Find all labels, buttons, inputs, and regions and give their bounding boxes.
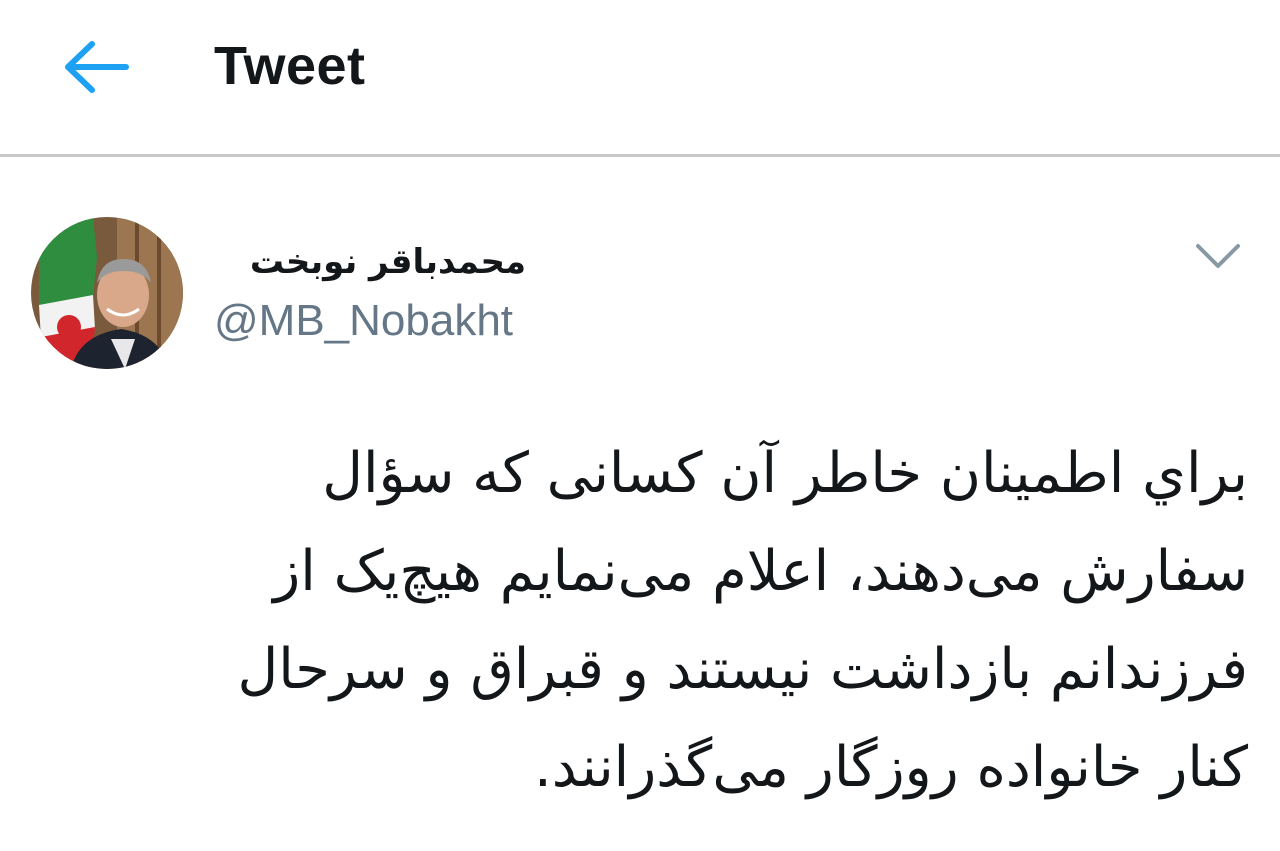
chevron-down-icon (1196, 244, 1240, 268)
tweet-menu-button[interactable] (1188, 232, 1248, 284)
page-title: Tweet (214, 36, 366, 96)
arrow-left-icon (65, 41, 129, 93)
author-display-name[interactable]: محمدباقر نوبخت (200, 236, 526, 288)
profile-photo (31, 217, 183, 369)
author-handle[interactable]: @MB_Nobakht (214, 294, 513, 348)
tweet-text: براي اطمينان خاطر آن كسانی كه سؤال سفارش… (237, 441, 1249, 800)
back-button[interactable] (56, 34, 136, 100)
avatar[interactable] (31, 217, 183, 369)
header-divider (0, 154, 1280, 157)
top-bar: Tweet (0, 0, 1280, 154)
